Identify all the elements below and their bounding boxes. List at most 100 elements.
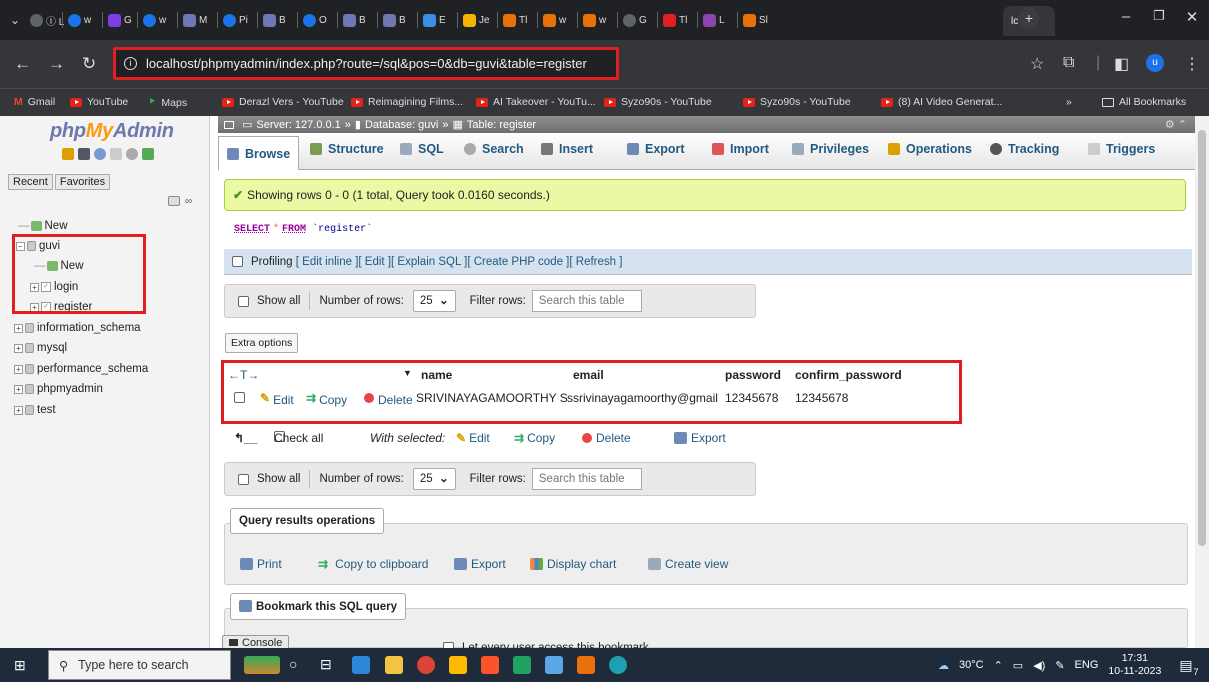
tab-structure[interactable]: Structure bbox=[310, 142, 384, 156]
bulk-export[interactable]: Export bbox=[674, 431, 726, 445]
show-all-checkbox[interactable] bbox=[238, 473, 249, 485]
menu-icon[interactable]: ⋮ bbox=[1184, 54, 1200, 74]
browser-tab[interactable]: B bbox=[263, 9, 286, 31]
browser-tab[interactable]: O bbox=[303, 9, 327, 31]
collapse-icon[interactable] bbox=[224, 120, 234, 129]
browser-tab[interactable]: Sl bbox=[743, 9, 768, 31]
browser-tab[interactable]: w bbox=[143, 9, 166, 31]
collapse-all-icon[interactable] bbox=[168, 196, 180, 206]
print-link[interactable]: Print bbox=[240, 557, 282, 571]
tab-search[interactable]: Search bbox=[464, 142, 524, 156]
browser-tab[interactable]: w bbox=[543, 9, 566, 31]
export-link[interactable]: Export bbox=[454, 557, 506, 571]
bookmark-item[interactable]: ⯈ Maps bbox=[148, 96, 187, 109]
pma-logo[interactable]: phpMyAdmin bbox=[50, 120, 174, 143]
taskbar-search[interactable]: ⚲ Type here to search bbox=[48, 650, 231, 680]
edit-inline-link[interactable]: [ Edit inline ] bbox=[296, 256, 359, 268]
close-window-icon[interactable]: ✕ bbox=[1181, 8, 1203, 26]
weather-icon[interactable]: ☁ bbox=[938, 659, 949, 672]
extensions-icon[interactable]: ⧉ bbox=[1063, 54, 1074, 72]
rows-select[interactable]: 25 ⌄ bbox=[412, 468, 456, 490]
profiling-checkbox[interactable] bbox=[232, 256, 243, 267]
reload-icon[interactable]: ↻ bbox=[82, 54, 96, 74]
tab-privileges[interactable]: Privileges bbox=[792, 142, 869, 156]
restore-icon[interactable]: ❐ bbox=[1148, 8, 1170, 24]
bookmark-item[interactable]: Syzo90s - YouTube bbox=[743, 96, 851, 108]
profile-avatar[interactable]: u bbox=[1146, 54, 1164, 72]
tree-new-database[interactable]: — New bbox=[18, 220, 68, 232]
browser-tab[interactable]: G bbox=[108, 9, 132, 31]
bookmark-item[interactable]: Derazl Vers - YouTube bbox=[222, 96, 344, 108]
tree-db-information-schema[interactable]: + information_schema bbox=[14, 322, 141, 334]
vscode-icon[interactable] bbox=[513, 656, 531, 674]
tree-db-test[interactable]: + test bbox=[14, 404, 56, 416]
browser-tab[interactable]: Pi bbox=[223, 9, 248, 31]
tab-tracking[interactable]: Tracking bbox=[990, 142, 1059, 156]
clock[interactable]: 17:31 10-11-2023 bbox=[1108, 652, 1161, 678]
bookmark-item[interactable]: M Gmail bbox=[14, 96, 55, 108]
bulk-delete[interactable]: Delete bbox=[582, 431, 631, 445]
browser-tab[interactable]: w bbox=[583, 9, 606, 31]
breadcrumb-database[interactable]: Database: guvi bbox=[365, 119, 438, 131]
filter-rows-input[interactable]: Search this table bbox=[531, 468, 642, 490]
bookmark-item[interactable]: Reimagining Films... bbox=[351, 96, 463, 108]
breadcrumb-table[interactable]: Table: register bbox=[467, 119, 536, 131]
browser-tab[interactable]: M bbox=[183, 9, 207, 31]
filter-rows-input[interactable]: Search this table bbox=[531, 290, 642, 312]
browser-tab[interactable]: G bbox=[623, 9, 647, 31]
browser-tab[interactable]: B bbox=[343, 9, 366, 31]
tab-operations[interactable]: Operations bbox=[888, 142, 972, 156]
new-tab-button[interactable]: + bbox=[1019, 7, 1039, 29]
task-view-icon[interactable]: ⊟ bbox=[320, 656, 338, 674]
extra-options-button[interactable]: Extra options bbox=[225, 333, 299, 353]
tab-triggers[interactable]: Triggers bbox=[1088, 142, 1155, 156]
rows-select[interactable]: 25 ⌄ bbox=[412, 290, 456, 312]
docs-icon[interactable] bbox=[110, 148, 122, 160]
weather-temp[interactable]: 30°C bbox=[959, 659, 984, 671]
browser-tab[interactable]: Tl bbox=[503, 9, 527, 31]
show-all-checkbox[interactable] bbox=[238, 295, 249, 307]
file-explorer-icon[interactable] bbox=[385, 656, 403, 674]
display-chart-link[interactable]: Display chart bbox=[530, 557, 616, 571]
tab-export[interactable]: Export bbox=[627, 142, 685, 156]
browser-tab[interactable]: Tl bbox=[663, 9, 687, 31]
edit-link[interactable]: [ Edit ] bbox=[358, 256, 391, 268]
tab-import[interactable]: Import bbox=[712, 142, 769, 156]
tab-browse[interactable]: Browse bbox=[218, 136, 300, 170]
create-php-link[interactable]: [ Create PHP code ] bbox=[467, 256, 569, 268]
mail-icon[interactable] bbox=[352, 656, 370, 674]
browser-tab[interactable]: L bbox=[703, 9, 725, 31]
all-bookmarks[interactable]: All Bookmarks bbox=[1102, 96, 1186, 108]
news-widget-icon[interactable] bbox=[244, 656, 280, 674]
bookmark-star-icon[interactable]: ☆ bbox=[1030, 54, 1044, 74]
back-icon[interactable]: ← bbox=[14, 54, 31, 74]
language-indicator[interactable]: ENG bbox=[1075, 659, 1099, 671]
chrome-icon[interactable] bbox=[417, 656, 435, 674]
info-icon[interactable]: i bbox=[124, 57, 137, 70]
bulk-copy[interactable]: ⇉ Copy bbox=[514, 431, 555, 445]
edge-icon[interactable] bbox=[609, 656, 627, 674]
tree-db-phpmyadmin[interactable]: + phpmyadmin bbox=[14, 383, 103, 395]
bookmark-item[interactable]: Syzo90s - YouTube bbox=[604, 96, 712, 108]
logout-icon[interactable] bbox=[78, 148, 90, 160]
calendar-icon[interactable] bbox=[449, 656, 467, 674]
tab-insert[interactable]: Insert bbox=[541, 142, 593, 156]
sql-query-display[interactable]: SELECT * FROM `register` bbox=[224, 211, 1186, 249]
brave-icon[interactable] bbox=[481, 656, 499, 674]
copy-clipboard-link[interactable]: ⇉ Copy to clipboard bbox=[318, 557, 428, 571]
link-with-main-icon[interactable]: ∞ bbox=[185, 196, 192, 207]
sidepanel-icon[interactable]: ◧ bbox=[1114, 54, 1129, 74]
bookmark-item[interactable]: (8) AI Video Generat... bbox=[881, 96, 1002, 108]
help-icon[interactable] bbox=[94, 148, 106, 160]
windows-start-icon[interactable]: ⊞ bbox=[14, 657, 26, 674]
breadcrumb-server[interactable]: Server: 127.0.0.1 bbox=[256, 119, 340, 131]
create-view-link[interactable]: Create view bbox=[648, 557, 728, 571]
tree-db-performance-schema[interactable]: + performance_schema bbox=[14, 363, 148, 375]
bookmark-item[interactable]: AI Takeover - YouTu... bbox=[476, 96, 596, 108]
photos-icon[interactable] bbox=[545, 656, 563, 674]
tab-search-icon[interactable]: ⌄ bbox=[10, 9, 20, 31]
bookmark-item[interactable]: YouTube bbox=[70, 96, 128, 108]
explain-sql-link[interactable]: [ Explain SQL ] bbox=[391, 256, 467, 268]
minimize-icon[interactable]: – bbox=[1115, 8, 1137, 25]
tab-recent[interactable]: Recent bbox=[8, 174, 53, 190]
